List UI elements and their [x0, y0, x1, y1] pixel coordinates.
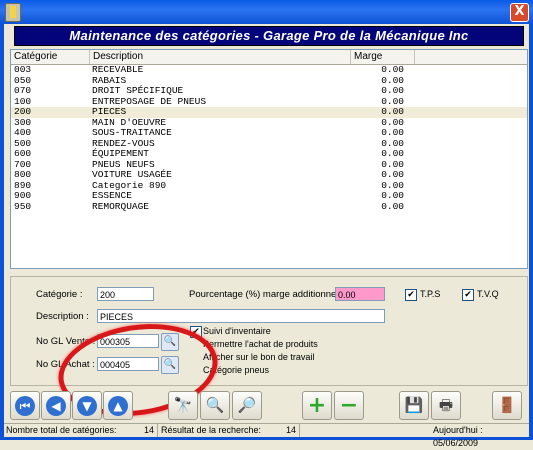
row-description: PIECES	[92, 106, 127, 117]
afficher-bon-travail-label[interactable]: Afficher sur le bon de travail	[203, 352, 314, 362]
search-result-label: Résultat de la recherche:	[161, 425, 262, 435]
window-border-left	[0, 24, 4, 440]
row-code: 900	[14, 190, 32, 201]
row-description: ÉQUIPEMENT	[92, 148, 150, 159]
row-description: VOITURE USAGÉE	[92, 169, 172, 180]
pourcentage-label: Pourcentage (%) marge additionnelle :	[189, 289, 352, 300]
save-button[interactable]: 💾	[399, 391, 429, 420]
description-label: Description :	[36, 311, 89, 322]
list-item[interactable]: 700 PNEUS NEUFS 0.00	[11, 159, 527, 171]
row-marge: 0.00	[381, 85, 404, 96]
row-marge: 0.00	[381, 64, 404, 75]
exit-door-icon: 🚪	[497, 396, 517, 414]
list-item[interactable]: 003 RECEVABLE 0.00	[11, 64, 527, 76]
first-icon: ⏮	[15, 396, 35, 416]
title-bar: X	[0, 0, 533, 24]
last-record-button[interactable]: ▲	[103, 391, 133, 420]
next-icon: ▼	[77, 396, 97, 416]
list-item[interactable]: 300 MAIN D'OEUVRE 0.00	[11, 117, 527, 129]
row-description: SOUS-TRAITANCE	[92, 127, 172, 138]
eye-magnifier-icon: 🔎	[237, 396, 257, 414]
row-marge: 0.00	[381, 200, 404, 212]
header-description[interactable]: Description	[90, 50, 351, 64]
list-item[interactable]: 900 ESSENCE 0.00	[11, 190, 527, 202]
printer-icon: 🖶	[438, 396, 454, 414]
row-code: 400	[14, 127, 32, 138]
total-categories-label: Nombre total de catégories:	[6, 425, 117, 435]
row-description: RECEVABLE	[92, 64, 144, 75]
view-search-button[interactable]: 🔎	[232, 391, 262, 420]
row-marge: 0.00	[381, 127, 404, 138]
first-record-button[interactable]: ⏮	[10, 391, 40, 420]
description-field[interactable]: PIECES	[97, 309, 385, 323]
previous-icon: ◀	[46, 396, 66, 416]
list-item[interactable]: 890 Categorie 890 0.00	[11, 180, 527, 192]
suivi-inventaire-label: Suivi d'inventaire	[203, 326, 271, 336]
add-button[interactable]: +	[302, 391, 332, 420]
categories-list[interactable]: Catégorie Description Marge 003 RECEVABLE…	[10, 49, 528, 269]
tps-checkbox[interactable]: ✔	[405, 289, 417, 301]
exit-button[interactable]: 🚪	[492, 391, 522, 420]
minus-icon: −	[339, 393, 359, 418]
tps-label: T.P.S	[420, 289, 441, 299]
row-description: DROIT SPÉCIFIQUE	[92, 85, 184, 96]
form-title-banner: Maintenance des catégories - Garage Pro …	[14, 26, 524, 46]
close-button[interactable]: X	[510, 3, 529, 22]
app-icon	[5, 3, 21, 22]
list-item[interactable]: 050 RABAIS 0.00	[11, 75, 527, 87]
status-separator	[299, 424, 300, 437]
tvq-label: T.V.Q	[477, 289, 499, 299]
row-marge: 0.00	[381, 190, 404, 201]
tvq-checkbox[interactable]: ✔	[462, 289, 474, 301]
today-date: Aujourd'hui : 05/06/2009	[433, 425, 483, 448]
list-item[interactable]: 950 REMORQUAGE 0.00	[11, 200, 527, 213]
header-categorie[interactable]: Catégorie	[11, 50, 90, 64]
status-bar: Nombre total de catégories: 14 Résultat …	[4, 423, 529, 448]
list-item[interactable]: 400 SOUS-TRAITANCE 0.00	[11, 127, 527, 139]
row-description: REMORQUAGE	[92, 200, 150, 212]
marge-additionnelle-field[interactable]: 0.00	[335, 287, 385, 301]
list-item[interactable]: 100 ENTREPOSAGE DE PNEUS 0.00	[11, 95, 527, 108]
delete-button[interactable]: −	[334, 391, 364, 420]
row-code: 600	[14, 148, 32, 159]
search-result-value: 14	[286, 425, 297, 435]
row-code: 070	[14, 85, 32, 96]
row-code: 003	[14, 64, 32, 75]
list-item[interactable]: 600 ÉQUIPEMENT 0.00	[11, 148, 527, 160]
binoculars-icon: 🔭	[173, 396, 193, 414]
row-description: ESSENCE	[92, 190, 132, 201]
status-separator	[157, 424, 158, 437]
zoom-search-button[interactable]: 🔍	[200, 391, 230, 420]
list-item[interactable]: 070 DROIT SPÉCIFIQUE 0.00	[11, 85, 527, 97]
row-marge: 0.00	[381, 169, 404, 180]
header-filler	[415, 50, 527, 64]
last-icon: ▲	[108, 396, 128, 416]
previous-record-button[interactable]: ◀	[41, 391, 71, 420]
next-record-button[interactable]: ▼	[72, 391, 102, 420]
row-marge: 0.00	[381, 148, 404, 159]
list-rows: 003 RECEVABLE 0.00 050 RABAIS 0.00 070 DROIT SP…	[11, 64, 527, 213]
row-code: 200	[14, 106, 32, 117]
plus-icon: +	[307, 393, 327, 418]
row-code: 800	[14, 169, 32, 180]
binoculars-search-button[interactable]: 🔭	[168, 391, 198, 420]
list-header: Catégorie Description Marge	[11, 50, 527, 65]
print-button[interactable]: 🖶	[431, 391, 461, 420]
floppy-disk-icon: 💾	[404, 396, 424, 414]
list-item[interactable]: 200 PIECES 0.00	[11, 106, 527, 118]
total-categories-value: 14	[144, 425, 155, 435]
categorie-label: Catégorie :	[36, 289, 83, 300]
permettre-achat-label[interactable]: Permettre l'achat de produits	[203, 339, 318, 349]
window-border-right	[529, 24, 533, 440]
header-marge[interactable]: Marge	[351, 50, 415, 64]
row-code: 950	[14, 200, 32, 212]
categorie-field[interactable]: 200	[97, 287, 154, 301]
list-item[interactable]: 800 VOITURE USAGÉE 0.00	[11, 169, 527, 181]
row-marge: 0.00	[381, 106, 404, 117]
magnifier-icon: 🔍	[205, 396, 225, 414]
list-item[interactable]: 500 RENDEZ-VOUS 0.00	[11, 138, 527, 150]
row-description: ENTREPOSAGE DE PNEUS	[92, 95, 207, 107]
